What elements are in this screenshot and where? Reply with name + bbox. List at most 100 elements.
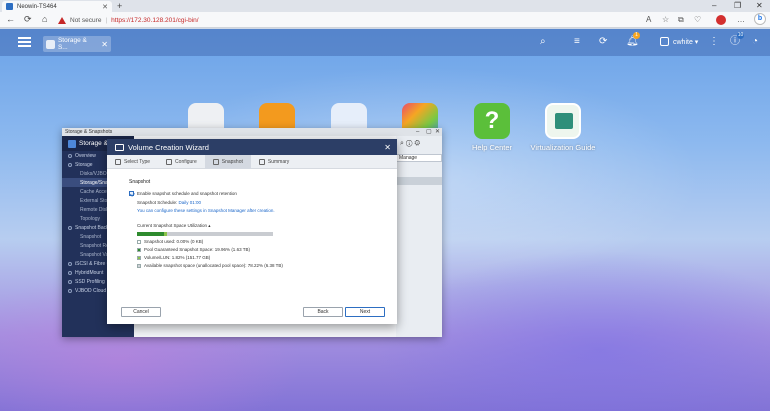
storage-nav-label: Snapshot Back — [75, 224, 109, 231]
enable-snapshot-label: Enable snapshot schedule and snapshot re… — [137, 191, 237, 196]
storage-nav-label: VJBOD Cloud — [75, 287, 107, 294]
legend-text: Available snapshot space (unallocated po… — [144, 263, 283, 268]
configure-icon — [166, 158, 173, 165]
wizard-title: Volume Creation Wizard — [128, 142, 209, 152]
more-menu-icon[interactable]: … — [737, 15, 745, 25]
maximize-button[interactable]: ❐ — [734, 1, 741, 11]
close-window-button[interactable]: ✕ — [756, 1, 763, 11]
taskbar-app-storage[interactable]: Storage & S... ✕ — [43, 36, 111, 52]
home-button[interactable]: ⌂ — [42, 14, 47, 25]
next-button[interactable]: Next — [345, 307, 385, 317]
schedule-link[interactable]: Daily 01:00 — [179, 200, 202, 205]
utilization-legend: Snapshot used: 0.00% (0 KB) Pool Guarante… — [129, 239, 379, 268]
legend-swatch-icon — [137, 247, 141, 252]
help-center-app-icon[interactable]: ? — [474, 103, 510, 139]
user-avatar-icon — [660, 37, 669, 46]
pool-guaranteed-segment — [137, 232, 165, 236]
volume-icon — [115, 143, 124, 151]
enable-snapshot-checkbox[interactable] — [129, 191, 134, 196]
back-button[interactable]: Back — [303, 307, 343, 317]
more-options-icon[interactable]: ⋮ — [709, 36, 719, 48]
browser-tab[interactable]: Neowin-TS464 ✕ — [2, 1, 112, 12]
browser-titlebar: Neowin-TS464 ✕ + – ❐ ✕ — [0, 0, 770, 12]
favorites-star-icon[interactable]: ☆ — [662, 15, 669, 25]
storage-table-row[interactable] — [396, 177, 442, 185]
legend-row: Volume/LUN: 1.82% (151.77 GB) — [129, 255, 379, 260]
storage-window-maximize[interactable]: ▢ — [426, 128, 432, 136]
url-field[interactable]: Not secure | https://172.30.128.201/cgi-… — [58, 14, 658, 26]
url-text: https://172.30.128.201/cgi-bin/ — [111, 16, 199, 24]
notification-badge: 1 — [633, 32, 640, 39]
taskbar-app-close-icon[interactable]: ✕ — [101, 40, 108, 49]
nav-bullet-icon — [68, 162, 72, 167]
schedule-row: Snapshot Schedule: Daily 01:00 — [129, 200, 379, 205]
summary-icon — [258, 158, 265, 165]
legend-text: Snapshot used: 0.00% (0 KB) — [144, 239, 204, 244]
address-bar-row: ← ⟳ ⌂ Not secure | https://172.30.128.20… — [0, 12, 770, 28]
nav-bullet-icon — [68, 270, 72, 275]
search-icon[interactable]: ⌕ — [540, 36, 546, 48]
question-mark-icon: ? — [484, 107, 500, 134]
list-icon — [115, 158, 121, 165]
url-separator: | — [105, 16, 108, 24]
split-screen-icon[interactable]: ⧉ — [678, 15, 684, 25]
storage-window-minimize[interactable]: – — [416, 128, 419, 136]
read-aloud-icon[interactable]: A — [646, 15, 651, 25]
storage-app-icon — [46, 39, 55, 49]
storage-window-close[interactable]: ✕ — [435, 128, 440, 136]
warning-icon — [58, 16, 66, 24]
wizard-footer: Cancel Back Next — [107, 302, 397, 324]
legend-swatch-icon — [137, 263, 141, 268]
dashboard-icon[interactable]: ◔ — [752, 36, 758, 48]
storage-nav-label: Storage — [75, 161, 93, 168]
step-label: Select Type — [124, 158, 151, 165]
manage-tab[interactable]: Manage — [396, 154, 442, 162]
not-secure-label: Not secure — [70, 16, 102, 24]
reload-button[interactable]: ⟳ — [24, 14, 32, 25]
wizard-close-icon[interactable]: ✕ — [384, 143, 391, 152]
step-label: Snapshot — [221, 158, 243, 165]
profile-avatar[interactable] — [716, 15, 726, 25]
step-summary: Summary — [251, 155, 297, 169]
wizard-body: Snapshot Enable snapshot schedule and sn… — [129, 179, 379, 271]
legend-row: Pool Guaranteed Snapshot Space: 19.96% (… — [129, 247, 379, 252]
enable-snapshot-checkbox-row[interactable]: Enable snapshot schedule and snapshot re… — [129, 191, 379, 196]
storage-nav-label: Disks/VJBOD — [80, 170, 111, 177]
nav-bullet-icon — [68, 153, 72, 158]
storage-main-area: ⌕ ⓘ ⚙ Manage — [396, 136, 442, 337]
storage-nav-label: Overview — [75, 152, 96, 159]
schedule-label: Snapshot Schedule: — [137, 200, 178, 205]
help-center-label: Help Center — [471, 143, 513, 152]
user-menu[interactable]: cwhite ▾ — [660, 37, 698, 46]
virtualization-guide-app-icon[interactable] — [545, 103, 581, 139]
legend-swatch-icon — [137, 255, 141, 260]
storage-nav-label: iSCSI & Fibre C — [75, 260, 111, 267]
sync-icon[interactable]: ⟳ — [599, 36, 607, 48]
utilization-toggle[interactable]: Current Snapshot Space Utilization ▴ — [129, 223, 379, 229]
back-button[interactable]: ← — [6, 14, 15, 25]
tab-title: Neowin-TS464 — [17, 3, 57, 10]
storage-search-icon[interactable]: ⌕ ⓘ ⚙ — [400, 140, 420, 148]
legend-text: Pool Guaranteed Snapshot Space: 19.96% (… — [144, 247, 250, 252]
qnap-favicon-icon — [6, 3, 13, 10]
volume-segment — [164, 232, 167, 236]
collections-icon[interactable]: ♡ — [694, 15, 701, 25]
storage-status-icon[interactable]: ≡ — [574, 36, 580, 48]
nav-bullet-icon — [68, 225, 72, 230]
nav-bullet-icon — [68, 279, 72, 284]
legend-row: Snapshot used: 0.00% (0 KB) — [129, 239, 379, 244]
main-menu-icon[interactable] — [18, 37, 31, 47]
new-tab-button[interactable]: + — [117, 1, 122, 11]
minimize-button[interactable]: – — [712, 1, 716, 11]
username: cwhite ▾ — [673, 38, 699, 46]
cancel-button[interactable]: Cancel — [121, 307, 161, 317]
nav-bullet-icon — [68, 261, 72, 266]
storage-nav-label: Snapshot — [80, 233, 102, 240]
storage-window-titlebar: Storage & Snapshots — [62, 128, 442, 136]
tab-close-icon[interactable]: ✕ — [102, 3, 108, 11]
legend-row: Available snapshot space (unallocated po… — [129, 263, 379, 268]
step-label: Configure — [175, 158, 197, 165]
storage-nav-label: Remote Disk — [80, 206, 109, 213]
copilot-icon[interactable]: b — [754, 13, 766, 25]
step-select-type: Select Type — [107, 155, 158, 169]
